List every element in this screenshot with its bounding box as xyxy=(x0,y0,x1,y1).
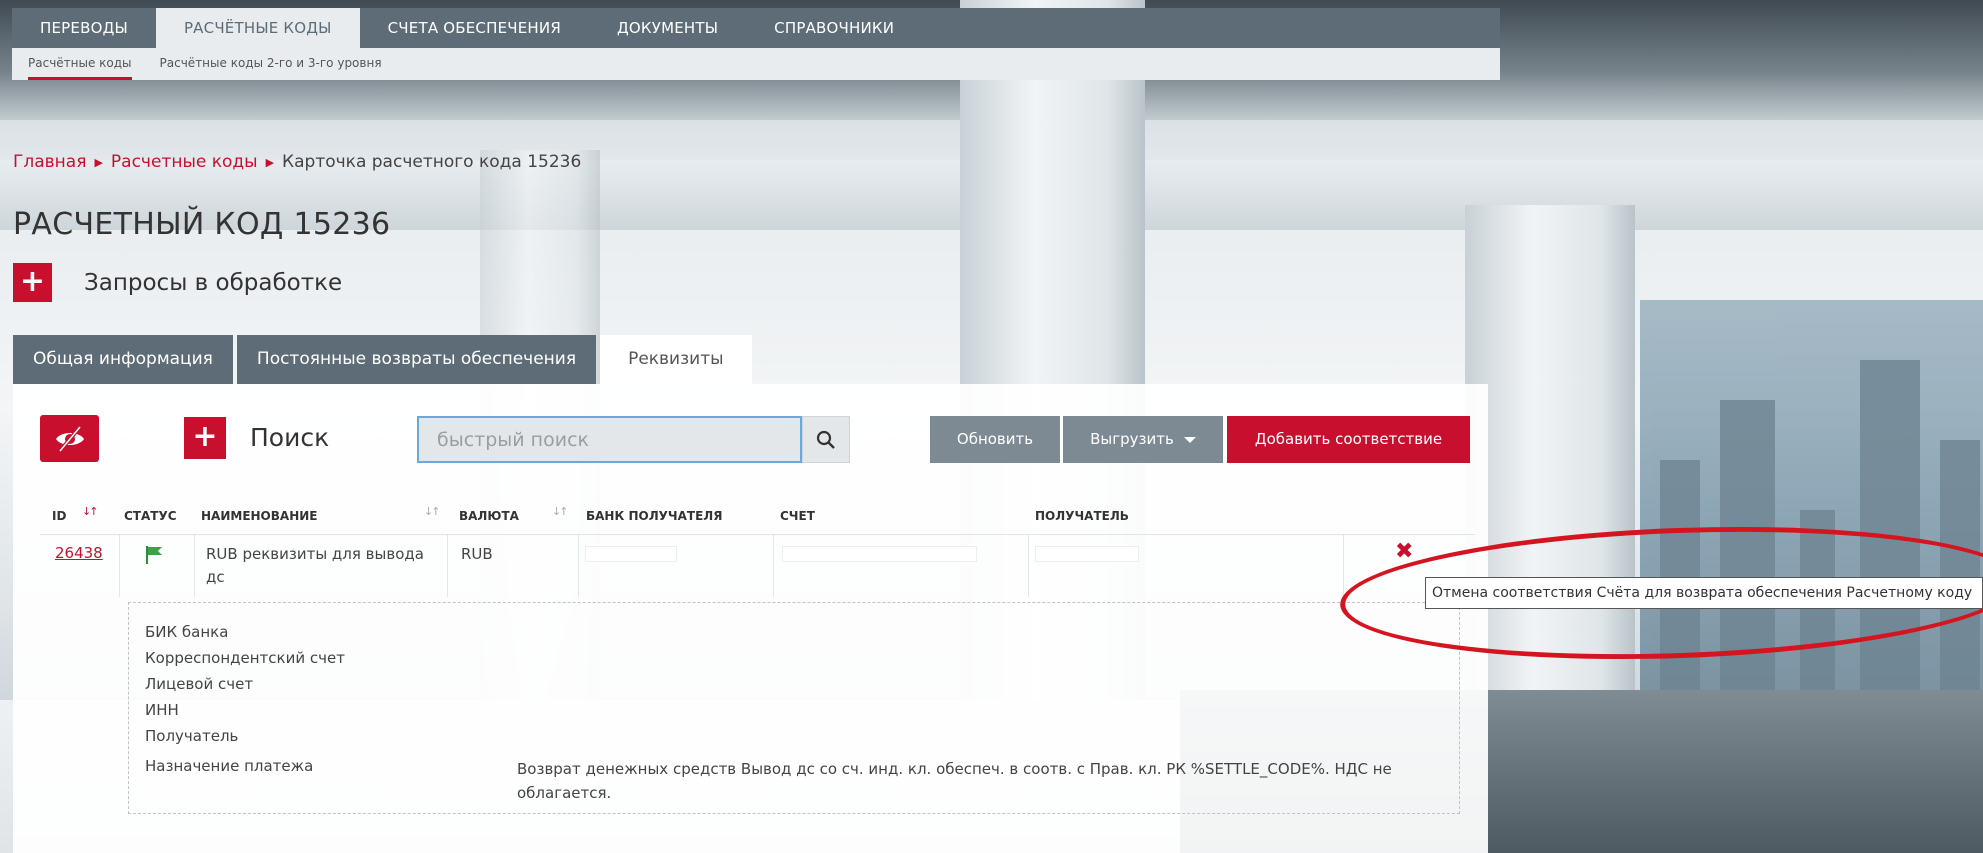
breadcrumb-current: Карточка расчетного кода 15236 xyxy=(282,152,582,172)
column-divider xyxy=(1343,535,1344,597)
main-nav: ПЕРЕВОДЫ РАСЧЁТНЫЕ КОДЫ СЧЕТА ОБЕСПЕЧЕНИ… xyxy=(12,8,1500,48)
purpose-line: облагается. xyxy=(517,784,612,802)
close-icon[interactable]: ✖ xyxy=(1395,539,1413,564)
column-header-currency[interactable]: ВАЛЮТА xyxy=(459,509,519,523)
column-header-name[interactable]: НАИМЕНОВАНИЕ xyxy=(201,509,317,523)
triangle-right-icon: ▶ xyxy=(265,156,275,169)
tab-permanent-returns[interactable]: Постоянные возвраты обеспечения xyxy=(236,335,597,384)
column-header-bank[interactable]: БАНК ПОЛУЧАТЕЛЯ xyxy=(586,509,723,523)
sort-desc-icon[interactable]: ↓↑ xyxy=(82,505,99,518)
triangle-right-icon: ▶ xyxy=(94,156,103,169)
row-name-cont: дс xyxy=(206,568,225,586)
add-mapping-button[interactable]: Добавить соответствие xyxy=(1227,416,1470,463)
page-title: РАСЧЕТНЫЙ КОД 15236 xyxy=(13,207,391,242)
column-divider xyxy=(578,535,579,597)
column-header-status[interactable]: СТАТУС xyxy=(124,509,177,523)
search-expand-plus-icon[interactable]: + xyxy=(184,417,226,459)
tabs: Общая информация Постоянные возвраты обе… xyxy=(13,335,756,384)
header-divider xyxy=(40,534,1475,535)
subnav-item-settlement-codes[interactable]: Расчётные коды xyxy=(28,48,132,80)
nav-item-collateral-accounts[interactable]: СЧЕТА ОБЕСПЕЧЕНИЯ xyxy=(360,8,589,48)
column-divider xyxy=(194,535,195,597)
row-details: БИК банка Корреспондентский счет Лицевой… xyxy=(128,602,1460,814)
detail-label-bik: БИК банка xyxy=(145,623,229,641)
column-divider xyxy=(1028,535,1029,597)
redacted-bank xyxy=(585,546,677,562)
breadcrumb-home[interactable]: Главная xyxy=(13,152,86,172)
flag-icon xyxy=(146,546,162,564)
breadcrumb: Главная ▶ Расчетные коды ▶ Карточка расчетно… xyxy=(13,152,581,172)
expand-plus-icon[interactable]: + xyxy=(13,263,52,302)
search-label: Поиск xyxy=(250,423,330,452)
purpose-line: Возврат денежных средств Вывод дс со сч.… xyxy=(517,760,1392,778)
search-icon xyxy=(816,430,835,449)
row-id-link[interactable]: 26438 xyxy=(55,544,103,562)
redacted-account xyxy=(782,546,977,562)
sub-nav: Расчётные коды Расчётные коды 2-го и 3-г… xyxy=(12,48,1500,80)
detail-label-purpose: Назначение платежа xyxy=(145,757,314,775)
column-divider xyxy=(447,535,448,597)
refresh-button[interactable]: Обновить xyxy=(930,416,1060,463)
column-divider xyxy=(119,535,120,597)
top-navigation: ПЕРЕВОДЫ РАСЧЁТНЫЕ КОДЫ СЧЕТА ОБЕСПЕЧЕНИ… xyxy=(12,8,1500,80)
redacted-recipient xyxy=(1035,546,1139,562)
detail-label-personal: Лицевой счет xyxy=(145,675,254,693)
row-name: RUB реквизиты для вывода xyxy=(206,545,424,563)
breadcrumb-codes[interactable]: Расчетные коды xyxy=(111,152,258,172)
toggle-columns-button[interactable] xyxy=(40,415,99,462)
nav-item-documents[interactable]: ДОКУМЕНТЫ xyxy=(589,8,746,48)
quick-search-input[interactable] xyxy=(417,416,802,463)
tab-requisites[interactable]: Реквизиты xyxy=(600,335,752,384)
tab-general-info[interactable]: Общая информация xyxy=(13,335,233,384)
caret-down-icon xyxy=(1183,436,1196,443)
export-label: Выгрузить xyxy=(1090,430,1174,448)
export-button[interactable]: Выгрузить xyxy=(1063,416,1223,463)
nav-item-settlement-codes[interactable]: РАСЧЁТНЫЕ КОДЫ xyxy=(155,8,360,48)
requests-label: Запросы в обработке xyxy=(84,269,343,296)
requests-toggle[interactable]: + Запросы в обработке xyxy=(13,263,342,302)
sort-icon[interactable]: ↓↑ xyxy=(552,505,569,518)
column-header-account[interactable]: СЧЕТ xyxy=(780,509,815,523)
nav-item-transfers[interactable]: ПЕРЕВОДЫ xyxy=(12,8,156,48)
column-header-id[interactable]: ID xyxy=(52,509,66,523)
column-header-recipient[interactable]: ПОЛУЧАТЕЛЬ xyxy=(1035,509,1129,523)
detail-value-purpose: Возврат денежных средств Вывод дс со сч.… xyxy=(517,757,1447,805)
nav-item-directories[interactable]: СПРАВОЧНИКИ xyxy=(746,8,922,48)
sort-icon[interactable]: ↓↑ xyxy=(424,505,441,518)
subnav-item-level-codes[interactable]: Расчётные коды 2-го и 3-го уровня xyxy=(160,48,382,80)
eye-off-icon xyxy=(56,425,84,453)
detail-label-inn: ИНН xyxy=(145,701,179,719)
row-currency: RUB xyxy=(461,545,493,563)
column-divider xyxy=(773,535,774,597)
detail-label-recipient: Получатель xyxy=(145,727,239,745)
search-button[interactable] xyxy=(802,416,850,463)
detail-label-corr: Корреспондентский счет xyxy=(145,649,345,667)
